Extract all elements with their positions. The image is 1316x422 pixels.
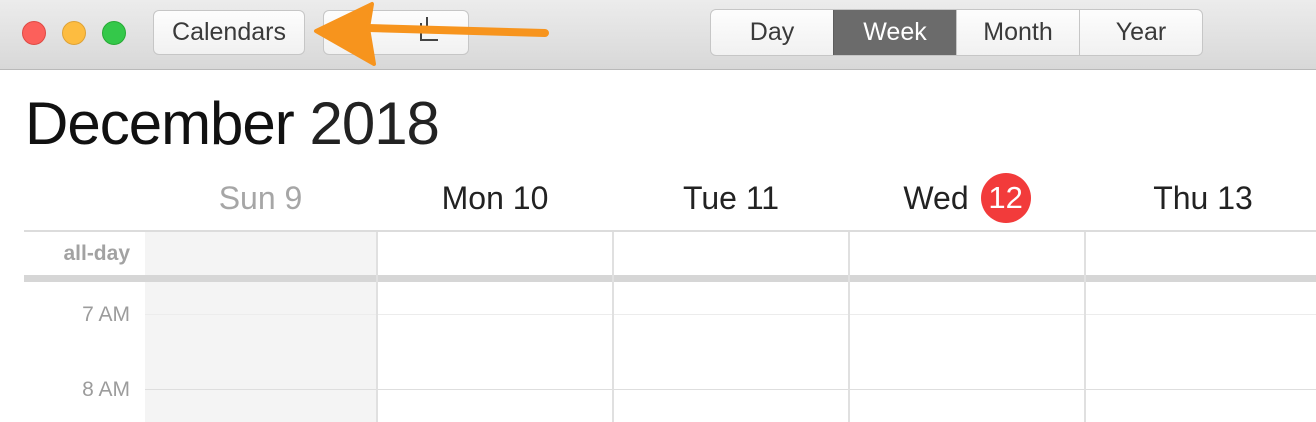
allday-cell-tue[interactable] — [614, 232, 848, 275]
view-month-tab[interactable]: Month — [956, 10, 1079, 55]
day-header-tue[interactable]: Tue 11 — [614, 176, 848, 220]
day-header-wed[interactable]: Wed 12 — [850, 173, 1084, 223]
time-column-mon[interactable] — [378, 282, 612, 422]
day-header-label: Sun 9 — [218, 179, 303, 216]
allday-label: all-day — [63, 242, 130, 265]
month-name: December — [25, 90, 295, 157]
annotation-arrow-icon — [314, 2, 549, 66]
allday-cell-thu[interactable] — [1086, 232, 1316, 275]
view-mode-segmented-control: Day Week Month Year — [710, 9, 1203, 56]
time-column-thu[interactable] — [1086, 282, 1316, 422]
view-month-label: Month — [983, 18, 1053, 46]
time-column-wed[interactable] — [850, 282, 1084, 422]
view-week-tab[interactable]: Week — [833, 10, 956, 55]
today-badge: 12 — [980, 173, 1031, 223]
day-header-label: Thu 13 — [1153, 179, 1253, 216]
view-week-label: Week — [863, 18, 927, 46]
page-title: December 2018 — [25, 88, 440, 160]
year-number: 2018 — [309, 90, 439, 157]
day-header-label: Wed — [903, 179, 969, 216]
day-header-thu[interactable]: Thu 13 — [1086, 176, 1316, 220]
time-column-sun[interactable] — [145, 282, 376, 422]
day-header-mon[interactable]: Mon 10 — [378, 176, 612, 220]
hour-label: 8 AM — [82, 378, 130, 401]
day-header-label: Mon 10 — [441, 179, 549, 216]
view-day-label: Day — [749, 18, 795, 46]
time-column-tue[interactable] — [614, 282, 848, 422]
allday-cell-wed[interactable] — [850, 232, 1084, 275]
allday-cell-mon[interactable] — [378, 232, 612, 275]
toolbar: Calendars Day Week Month Year — [0, 0, 1316, 70]
view-year-label: Year — [1115, 18, 1167, 46]
hour-label: 7 AM — [82, 303, 130, 326]
day-header-label: Tue 11 — [682, 179, 780, 216]
view-year-tab[interactable]: Year — [1079, 10, 1202, 55]
allday-divider — [24, 275, 1316, 282]
view-day-tab[interactable]: Day — [711, 10, 833, 55]
day-header-sun[interactable]: Sun 9 — [145, 176, 376, 220]
